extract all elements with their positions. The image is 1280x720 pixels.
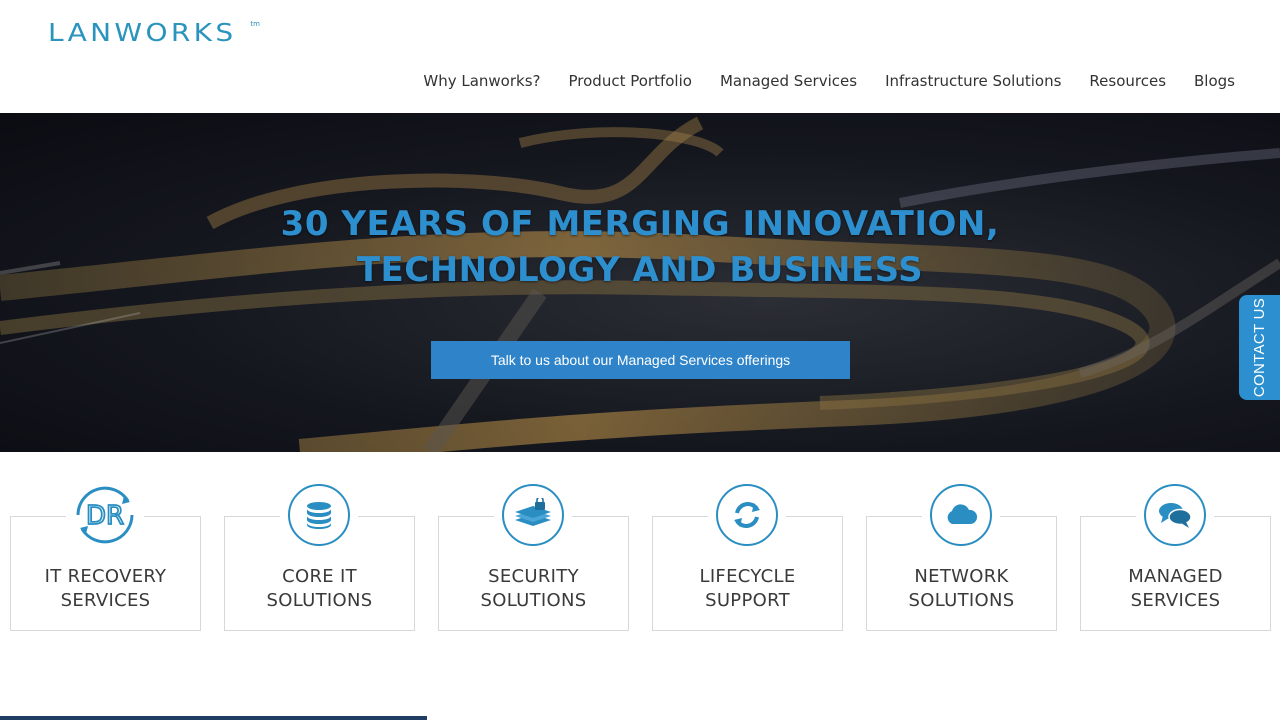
service-label-line-1: IT RECOVERY [44,566,167,587]
dr-recovery-icon: DR [66,484,144,546]
contact-us-label: CONTACT US [1251,297,1268,398]
service-label: IT RECOVERY SERVICES [11,565,200,613]
service-label-line-1: LIFECYCLE [699,566,796,587]
service-label: NETWORK SOLUTIONS [867,565,1056,613]
svg-text:DR: DR [86,501,124,531]
nav-product-portfolio[interactable]: Product Portfolio [569,72,692,90]
logo-text: LANWORKS [48,18,237,47]
service-label-line-2: SOLUTIONS [266,590,373,611]
service-label-line-1: NETWORK [914,566,1009,587]
nav-infrastructure-solutions[interactable]: Infrastructure Solutions [885,72,1061,90]
hero-banner: 30 YEARS OF MERGING INNOVATION, TECHNOLO… [0,113,1280,452]
managed-services-cta-button[interactable]: Talk to us about our Managed Services of… [431,341,850,379]
hero-title: 30 YEARS OF MERGING INNOVATION, TECHNOLO… [0,201,1280,293]
service-label-line-1: CORE IT [282,566,357,587]
hero-title-line-1: 30 YEARS OF MERGING INNOVATION, [280,204,1000,244]
service-label-line-2: SUPPORT [705,590,790,611]
site-header: LANWORKS tm Why Lanworks? Product Portfo… [0,0,1280,113]
service-label-line-1: MANAGED [1128,566,1223,587]
service-label: CORE IT SOLUTIONS [225,565,414,613]
main-nav: Why Lanworks? Product Portfolio Managed … [395,72,1235,90]
service-label: LIFECYCLE SUPPORT [653,565,842,613]
refresh-icon [708,484,786,546]
service-label: MANAGED SERVICES [1081,565,1270,613]
cloud-icon [922,484,1000,546]
service-label-line-2: SOLUTIONS [908,590,1015,611]
chat-icon [1136,484,1214,546]
service-label-line-2: SERVICES [60,590,151,611]
logo-trademark: tm [250,20,260,28]
database-icon [280,484,358,546]
nav-blogs[interactable]: Blogs [1194,72,1235,90]
contact-us-tab[interactable]: CONTACT US [1239,295,1280,400]
bottom-accent-bar [0,716,427,720]
nav-managed-services[interactable]: Managed Services [720,72,857,90]
nav-resources[interactable]: Resources [1089,72,1166,90]
service-label-line-2: SERVICES [1130,590,1221,611]
service-label-line-2: SOLUTIONS [480,590,587,611]
hero-title-line-2: TECHNOLOGY AND BUSINESS [356,250,924,290]
lanworks-logo[interactable]: LANWORKS tm [48,18,260,47]
service-label: SECURITY SOLUTIONS [439,565,628,613]
nav-why-lanworks[interactable]: Why Lanworks? [423,72,540,90]
security-stack-icon [494,484,572,546]
service-label-line-1: SECURITY [488,566,579,587]
